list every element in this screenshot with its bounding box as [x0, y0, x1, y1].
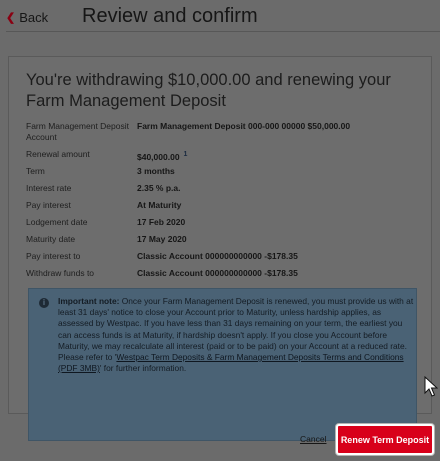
detail-label: Lodgement date	[26, 217, 88, 227]
detail-value: Classic Account 000000000000 -$178.35	[137, 251, 298, 261]
review-card: You're withdrawing $10,000.00 and renewi…	[8, 56, 432, 441]
detail-value: 17 May 2020	[137, 234, 187, 244]
detail-value: Farm Management Deposit 000-000 00000 $5…	[137, 121, 351, 131]
detail-label: Pay interest to	[26, 251, 81, 261]
detail-value: 17 Feb 2020	[137, 217, 186, 227]
mouse-pointer-icon	[424, 376, 438, 397]
cancel-link[interactable]: Cancel	[300, 434, 326, 444]
note-heading: Important note:	[58, 296, 120, 306]
renew-term-deposit-button[interactable]: Renew Term Deposit	[336, 424, 434, 455]
detail-value: 2.35 % p.a.	[137, 183, 181, 193]
detail-value-wrap: $40,000.00 1	[137, 149, 427, 163]
detail-label: Term	[26, 166, 45, 176]
chevron-left-icon: ❮	[6, 12, 16, 24]
detail-label: Pay interest	[26, 200, 71, 210]
header-divider	[6, 31, 440, 32]
note-text: Important note: Once your Farm Managemen…	[58, 296, 414, 374]
info-icon: i	[39, 298, 49, 308]
important-note: i Important note: Once your Farm Managem…	[28, 288, 417, 441]
detail-value: Classic Account 000000000000 -$178.35	[137, 268, 298, 278]
back-link[interactable]: ❮ Back	[6, 10, 48, 25]
detail-value: $40,000.00	[137, 151, 180, 162]
detail-label: Withdraw funds to	[26, 268, 95, 278]
detail-label: Maturity date	[26, 234, 76, 244]
detail-label: Renewal amount	[26, 149, 90, 159]
note-tail: ' for further information.	[99, 363, 187, 374]
footnote-marker[interactable]: 1	[184, 151, 188, 158]
detail-label: Farm Management Deposit Account	[26, 121, 129, 142]
summary-title: You're withdrawing $10,000.00 and renewi…	[26, 71, 391, 110]
back-label: Back	[19, 10, 49, 25]
detail-value: 3 months	[137, 166, 175, 176]
detail-value: At Maturity	[137, 200, 182, 210]
detail-label: Interest rate	[26, 183, 72, 193]
page-title: Review and confirm	[82, 5, 258, 27]
